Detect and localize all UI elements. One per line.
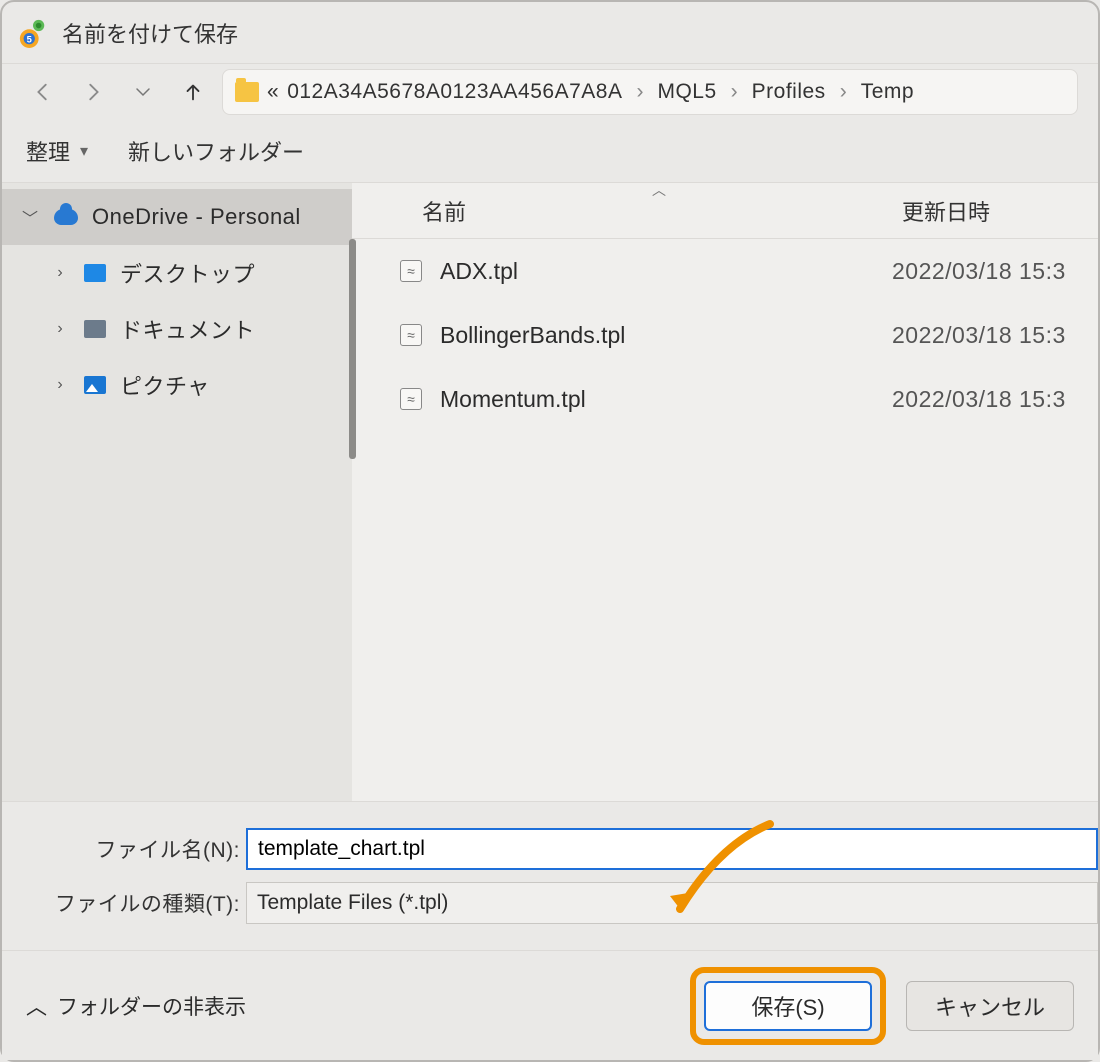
footer: ︿ フォルダーの非表示 保存(S) キャンセル xyxy=(2,950,1098,1060)
save-button[interactable]: 保存(S) xyxy=(704,981,872,1031)
toggle-folder-pane[interactable]: ︿ フォルダーの非表示 xyxy=(26,991,246,1021)
nav-row: « 012A34A5678A0123AA456A7A8A › MQL5 › Pr… xyxy=(2,64,1098,120)
bottom-panel: ファイル名(N): ファイルの種類(T): Template Files (*.… xyxy=(2,801,1098,1060)
tree-root-label: OneDrive - Personal xyxy=(92,204,301,230)
chevron-right-icon[interactable]: › xyxy=(50,376,70,394)
template-file-icon: ≈ xyxy=(400,260,422,282)
new-folder-label: 新しいフォルダー xyxy=(128,135,304,167)
filetype-value: Template Files (*.tpl) xyxy=(257,891,448,915)
file-name: Momentum.tpl xyxy=(440,386,892,413)
column-header-row: ︿ 名前 更新日時 xyxy=(352,183,1098,239)
address-bar[interactable]: « 012A34A5678A0123AA456A7A8A › MQL5 › Pr… xyxy=(222,69,1078,115)
template-file-icon: ≈ xyxy=(400,388,422,410)
desktop-icon xyxy=(84,264,106,282)
tree-item-label: デスクトップ xyxy=(120,257,255,289)
breadcrumb-overflow[interactable]: « xyxy=(267,80,279,104)
save-as-dialog: 5 名前を付けて保存 « 012A34A5678A0123AA456A7A8A … xyxy=(0,0,1100,1062)
file-modified: 2022/03/18 15:3 xyxy=(892,386,1066,413)
titlebar: 5 名前を付けて保存 xyxy=(2,2,1098,64)
onedrive-icon xyxy=(54,209,78,225)
tree-item-desktop[interactable]: › デスクトップ xyxy=(2,245,352,301)
organize-menu[interactable]: 整理 xyxy=(26,135,88,167)
tree-item-label: ドキュメント xyxy=(120,313,255,345)
filetype-select[interactable]: Template Files (*.tpl) xyxy=(246,882,1098,924)
tree-item-pictures[interactable]: › ピクチャ xyxy=(2,357,352,413)
column-header-modified[interactable]: 更新日時 xyxy=(892,195,1098,227)
filetype-label: ファイルの種類(T): xyxy=(2,888,246,918)
nav-forward-button[interactable] xyxy=(72,71,114,113)
sidebar-scrollbar[interactable] xyxy=(349,239,356,459)
chevron-right-icon[interactable]: › xyxy=(50,320,70,338)
template-file-icon: ≈ xyxy=(400,324,422,346)
nav-up-button[interactable] xyxy=(172,71,214,113)
breadcrumb-segment[interactable]: Temp xyxy=(861,80,914,104)
breadcrumb-segment[interactable]: Profiles xyxy=(752,80,826,104)
breadcrumb-segment[interactable]: MQL5 xyxy=(657,80,716,104)
chevron-down-icon[interactable]: ﹀ xyxy=(20,205,40,229)
tree-root-onedrive[interactable]: ﹀ OneDrive - Personal xyxy=(2,189,352,245)
chevron-right-icon: › xyxy=(834,80,853,104)
dialog-title: 名前を付けて保存 xyxy=(62,17,238,49)
chevron-right-icon[interactable]: › xyxy=(50,264,70,282)
save-button-label: 保存(S) xyxy=(751,990,824,1022)
nav-recent-dropdown[interactable] xyxy=(122,71,164,113)
chevron-up-icon: ︿ xyxy=(26,991,47,1021)
folder-tree: ﹀ OneDrive - Personal › デスクトップ › ドキュメント … xyxy=(2,183,352,801)
svg-text:5: 5 xyxy=(27,34,32,44)
filename-label: ファイル名(N): xyxy=(2,834,246,864)
cancel-button-label: キャンセル xyxy=(935,990,1045,1022)
tree-item-label: ピクチャ xyxy=(120,369,210,401)
folder-icon xyxy=(235,82,259,102)
new-folder-button[interactable]: 新しいフォルダー xyxy=(128,135,304,167)
cancel-button[interactable]: キャンセル xyxy=(906,981,1074,1031)
document-icon xyxy=(84,320,106,338)
file-row[interactable]: ≈ ADX.tpl 2022/03/18 15:3 xyxy=(352,239,1098,303)
file-row[interactable]: ≈ Momentum.tpl 2022/03/18 15:3 xyxy=(352,367,1098,431)
organize-label: 整理 xyxy=(26,135,70,167)
save-button-highlight: 保存(S) xyxy=(690,967,886,1045)
filename-input[interactable] xyxy=(246,828,1098,870)
toolbar: 整理 新しいフォルダー xyxy=(2,120,1098,182)
chevron-right-icon: › xyxy=(725,80,744,104)
file-modified: 2022/03/18 15:3 xyxy=(892,258,1066,285)
tree-item-documents[interactable]: › ドキュメント xyxy=(2,301,352,357)
toggle-folder-label: フォルダーの非表示 xyxy=(57,991,246,1021)
nav-back-button[interactable] xyxy=(22,71,64,113)
app-icon: 5 xyxy=(18,18,48,48)
file-name: ADX.tpl xyxy=(440,258,892,285)
file-list-pane: ︿ 名前 更新日時 ≈ ADX.tpl 2022/03/18 15:3 ≈ Bo… xyxy=(352,183,1098,801)
filename-row: ファイル名(N): xyxy=(2,828,1098,882)
sort-indicator-icon: ︿ xyxy=(652,180,666,200)
picture-icon xyxy=(84,376,106,394)
body-split: ﹀ OneDrive - Personal › デスクトップ › ドキュメント … xyxy=(2,182,1098,801)
file-row[interactable]: ≈ BollingerBands.tpl 2022/03/18 15:3 xyxy=(352,303,1098,367)
file-name: BollingerBands.tpl xyxy=(440,322,892,349)
column-header-name[interactable]: 名前 xyxy=(352,195,892,227)
chevron-right-icon: › xyxy=(630,80,649,104)
file-modified: 2022/03/18 15:3 xyxy=(892,322,1066,349)
filetype-row: ファイルの種類(T): Template Files (*.tpl) xyxy=(2,882,1098,936)
breadcrumb-segment[interactable]: 012A34A5678A0123AA456A7A8A xyxy=(287,80,622,104)
